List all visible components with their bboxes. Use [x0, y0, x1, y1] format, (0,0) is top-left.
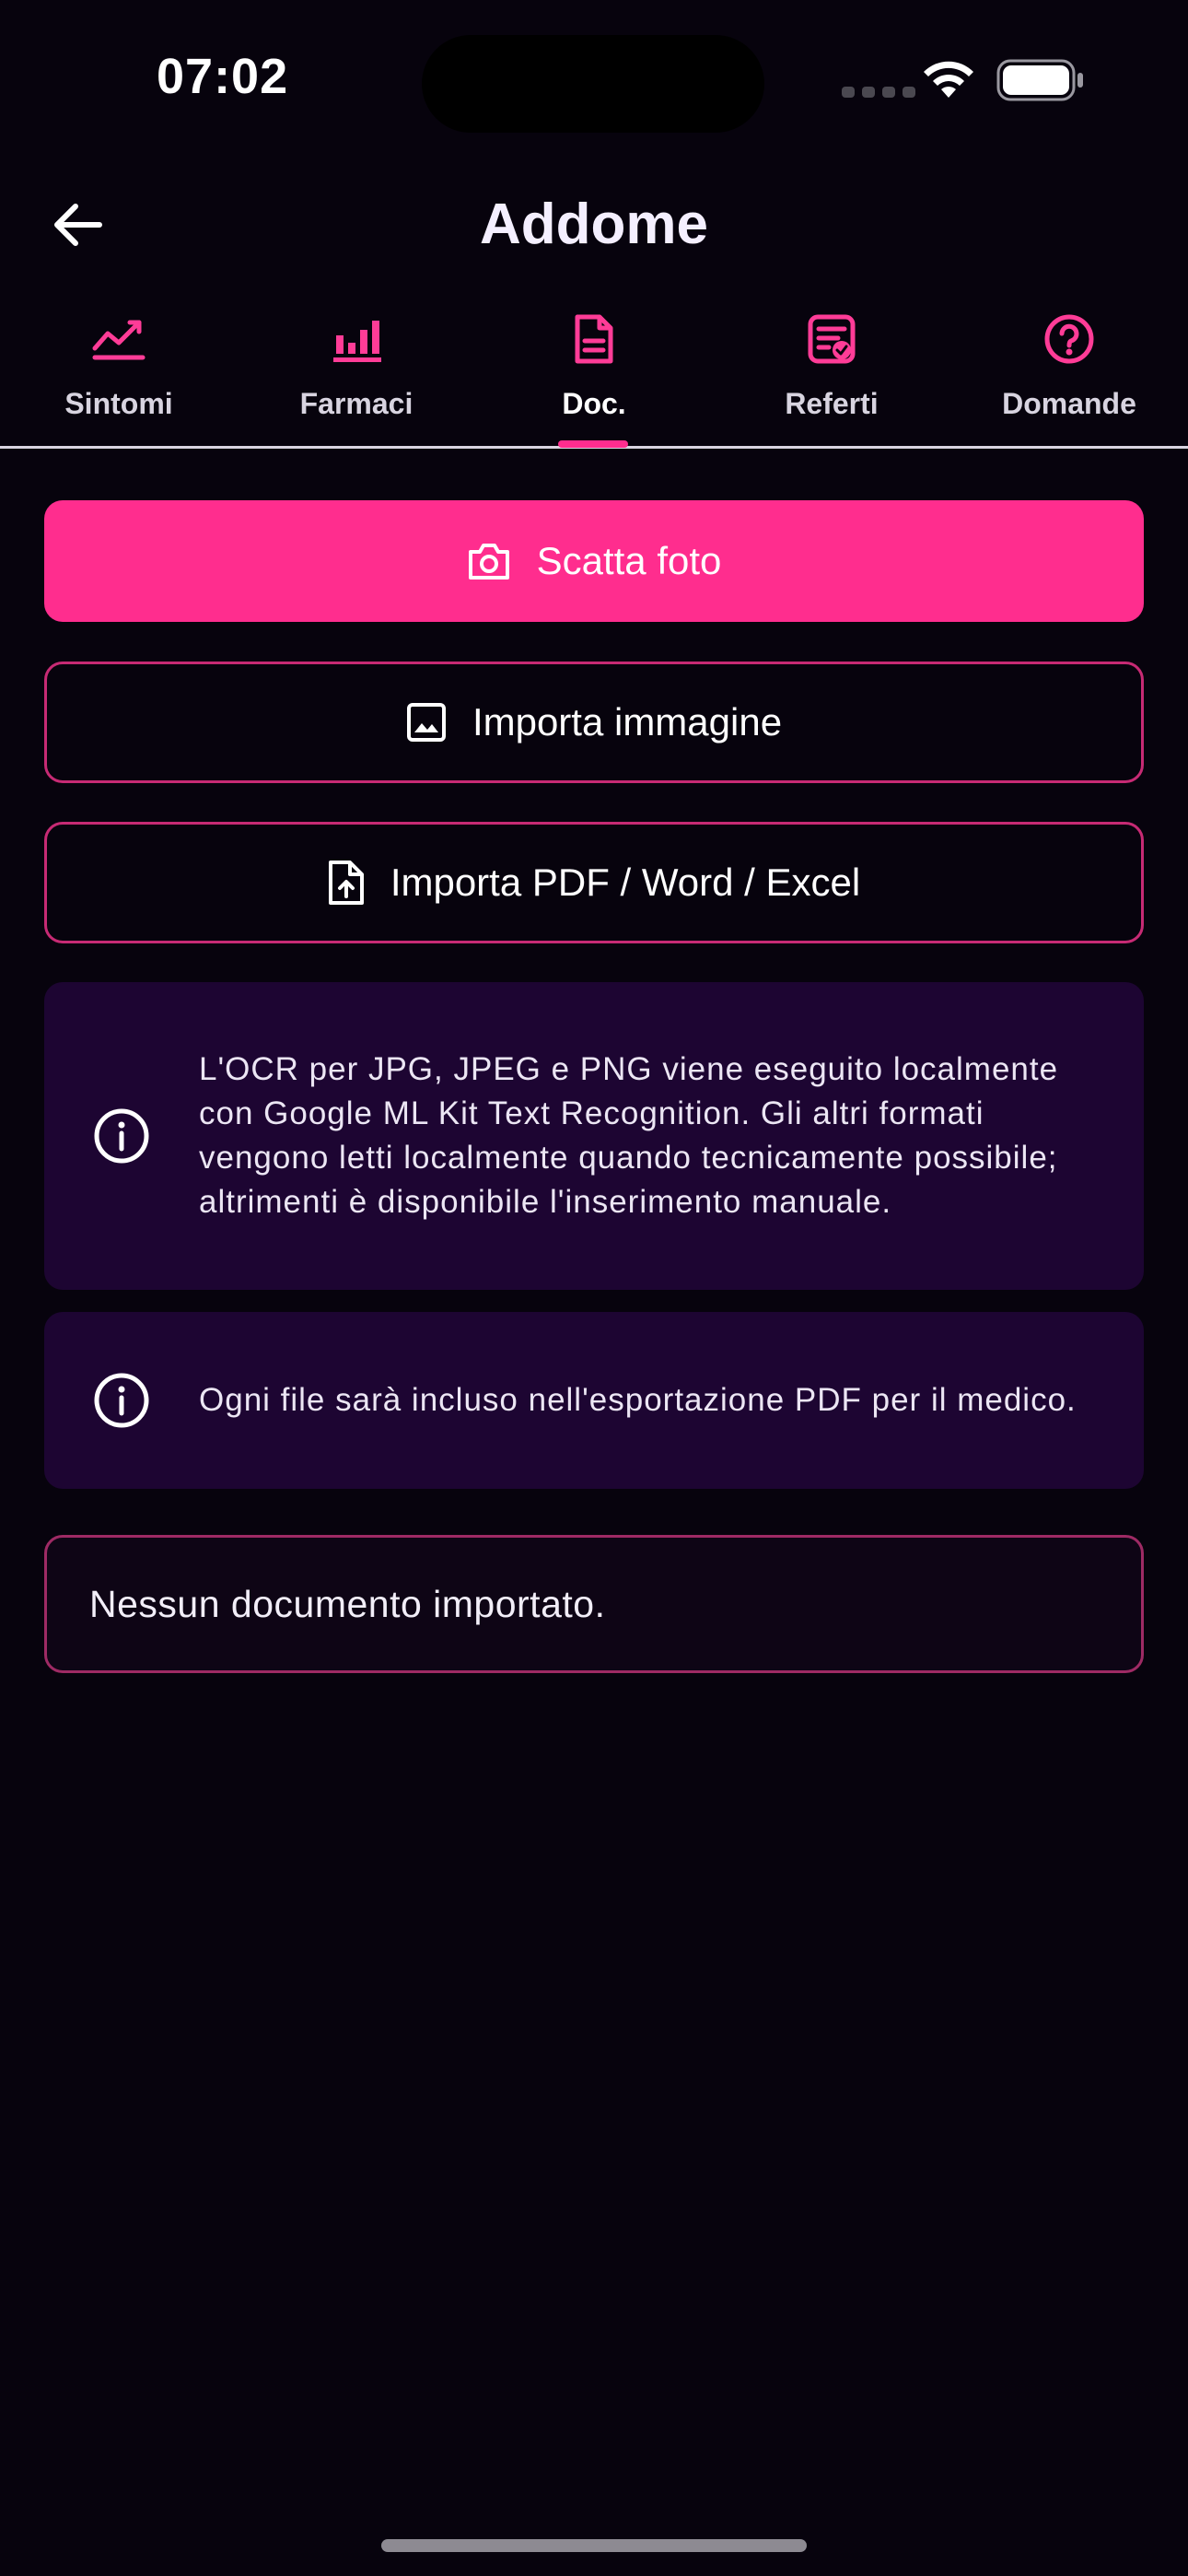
active-tab-indicator: [558, 440, 628, 448]
trend-chart-icon: [91, 310, 146, 369]
tab-bar: Sintomi Farmaci Doc. Referti Domande: [0, 304, 1188, 450]
bar-chart-icon: [331, 310, 382, 369]
tab-sintomi[interactable]: Sintomi: [0, 304, 238, 450]
tab-label: Sintomi: [64, 387, 173, 420]
wifi-icon: [921, 57, 976, 104]
tab-domande[interactable]: Domande: [950, 304, 1188, 450]
tab-label: Farmaci: [299, 387, 413, 420]
tab-label: Referti: [785, 387, 879, 420]
ocr-info-card: L'OCR per JPG, JPEG e PNG viene eseguito…: [44, 982, 1144, 1290]
info-icon: [44, 1372, 199, 1429]
image-icon: [406, 703, 446, 742]
file-upload-icon: [328, 861, 364, 905]
import-documents-button[interactable]: Importa PDF / Word / Excel: [44, 822, 1144, 943]
dynamic-island: [422, 35, 764, 133]
ocr-info-text: L'OCR per JPG, JPEG e PNG viene eseguito…: [199, 1051, 1059, 1220]
camera-icon: [468, 544, 509, 580]
import-documents-label: Importa PDF / Word / Excel: [390, 861, 861, 904]
report-check-icon: [807, 310, 856, 369]
status-time: 07:02: [157, 49, 289, 104]
tab-referti[interactable]: Referti: [713, 304, 950, 450]
question-circle-icon: [1043, 310, 1095, 369]
tab-doc[interactable]: Doc.: [475, 304, 713, 450]
info-icon: [44, 1107, 199, 1165]
tab-label: Doc.: [562, 387, 626, 420]
tab-label: Domande: [1002, 387, 1136, 420]
import-image-button[interactable]: Importa immagine: [44, 662, 1144, 783]
empty-state-text: Nessun documento importato.: [89, 1582, 606, 1625]
tab-farmaci[interactable]: Farmaci: [238, 304, 475, 450]
take-photo-button[interactable]: Scatta foto: [44, 500, 1144, 622]
home-indicator[interactable]: [381, 2539, 807, 2552]
export-info-text: Ogni file sarà incluso nell'esportazione…: [199, 1382, 1077, 1418]
documents-empty-state: Nessun documento importato.: [44, 1535, 1144, 1673]
take-photo-label: Scatta foto: [536, 539, 722, 582]
battery-icon: [996, 59, 1085, 106]
import-image-label: Importa immagine: [472, 700, 783, 744]
document-icon: [574, 310, 614, 369]
screen: 07:02 Addome Sintomi Farmaci Doc. Refert…: [0, 0, 1188, 2576]
export-info-card: Ogni file sarà incluso nell'esportazione…: [44, 1312, 1144, 1489]
page-title: Addome: [480, 193, 708, 256]
cellular-signal-icon: [842, 87, 915, 98]
